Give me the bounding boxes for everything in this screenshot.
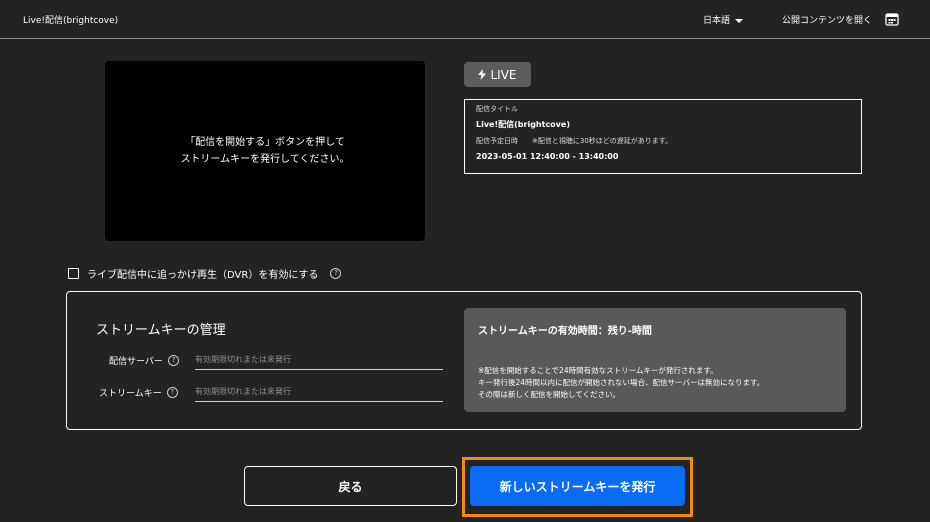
language-label: 日本語 xyxy=(703,16,731,26)
key-note-line: ※配信を開始することで24時間有効なストリームキーが発行されます。 xyxy=(478,366,718,375)
player-message-line1: 「配信を開始する」ボタンを押して xyxy=(185,137,345,148)
calendar-icon[interactable] xyxy=(885,12,899,26)
server-label: 配信サーバー xyxy=(109,357,163,367)
video-player: 「配信を開始する」ボタンを押して ストリームキーを発行してください。 xyxy=(105,61,425,241)
key-note-line: その際は新しく配信を開始してください。 xyxy=(478,390,621,399)
focus-highlight: 新しいストリームキーを発行 xyxy=(462,457,693,517)
schedule-label: 配信予定日時 xyxy=(476,137,518,145)
dvr-label: ライブ配信中に追っかけ再生（DVR）を有効にする xyxy=(87,270,319,281)
app-title: Live!配信(brightcove) xyxy=(23,16,119,26)
key-validity-notes: ※配信を開始することで24時間有効なストリームキーが発行されます。 キー発行後2… xyxy=(478,365,832,401)
open-public-content-link[interactable]: 公開コンテンツを開く xyxy=(782,13,872,26)
key-help-icon[interactable]: ? xyxy=(166,387,178,398)
dvr-help-icon[interactable]: ? xyxy=(330,268,342,279)
key-validity-title: ストリームキーの有効時間：残り-時間 xyxy=(478,326,652,337)
top-bar: Live!配信(brightcove) 日本語 公開コンテンツを開く xyxy=(0,0,930,39)
stream-key-heading: ストリームキーの管理 xyxy=(96,323,226,338)
key-label: ストリームキー xyxy=(99,389,162,399)
caret-down-icon xyxy=(735,18,744,23)
dvr-option: ライブ配信中に追っかけ再生（DVR）を有効にする ? xyxy=(68,266,342,281)
stream-title: Live!配信(brightcove) xyxy=(476,120,570,129)
bolt-icon xyxy=(478,69,487,80)
server-field-label: 配信サーバー ? xyxy=(109,354,179,367)
server-field[interactable]: 有効期限切れまたは未発行 xyxy=(195,354,443,370)
schedule-row: 配信予定日時 ※配信と視聴に30秒ほどの遅延があります。 xyxy=(476,136,850,146)
issue-stream-key-button[interactable]: 新しいストリームキーを発行 xyxy=(470,466,685,506)
schedule-time: 2023-05-01 12:40:00 - 13:40:00 xyxy=(476,152,619,161)
key-field-label: ストリームキー ? xyxy=(99,386,178,399)
stream-key-field[interactable]: 有効期限切れまたは未発行 xyxy=(195,386,443,402)
key-note-line: キー発行後24時間以内に配信が開始されない場合、配信サーバーは無効になります。 xyxy=(478,378,765,387)
server-help-icon[interactable]: ? xyxy=(167,355,179,366)
player-message-line2: ストリームキーを発行してください。 xyxy=(180,154,350,165)
player-message: 「配信を開始する」ボタンを押して ストリームキーを発行してください。 xyxy=(180,134,349,168)
back-button[interactable]: 戻る xyxy=(244,466,457,506)
live-badge: LIVE xyxy=(464,62,531,87)
live-badge-label: LIVE xyxy=(490,67,517,82)
language-selector[interactable]: 日本語 xyxy=(703,13,744,26)
stream-title-label: 配信タイトル xyxy=(476,105,518,113)
stream-key-panel: ストリームキーの管理 配信サーバー ? 有効期限切れまたは未発行 ストリームキー… xyxy=(66,291,862,430)
key-validity-box: ストリームキーの有効時間：残り-時間 ※配信を開始することで24時間有効なストリ… xyxy=(464,308,846,412)
delay-note: ※配信と視聴に30秒ほどの遅延があります。 xyxy=(532,137,673,145)
dvr-checkbox[interactable] xyxy=(68,268,79,279)
stream-info-box: 配信タイトル Live!配信(brightcove) 配信予定日時 ※配信と視聴に… xyxy=(464,99,862,174)
